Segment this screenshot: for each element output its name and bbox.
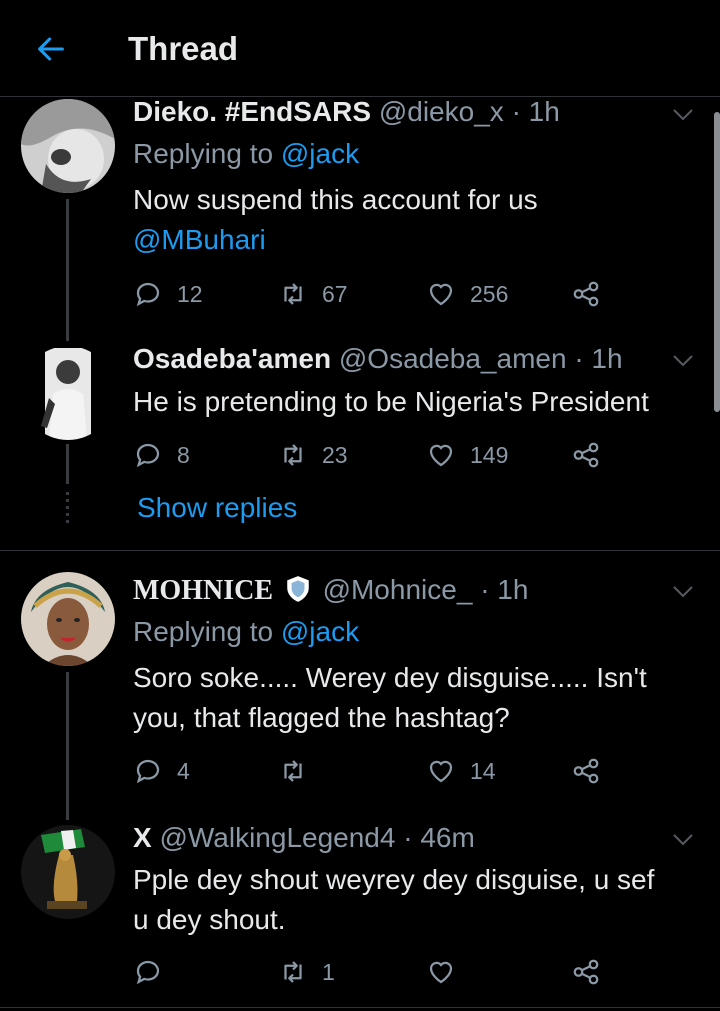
share-icon [573,959,599,985]
divider [0,550,720,551]
tweet-actions: 4 14 [133,753,613,789]
reply-button[interactable] [133,954,177,990]
display-name[interactable]: Osadeba'amen [133,343,331,374]
thread-dots [66,492,69,524]
tweet-text: Pple dey shout weyrey dey disguise, u se… [133,864,655,935]
tweet-actions: 8 23 149 [133,437,613,473]
timestamp: · 1h [511,96,560,127]
mention-link[interactable]: @MBuhari [133,220,703,260]
retweet-button[interactable]: 1 [278,954,335,990]
chevron-down-icon[interactable] [672,833,694,847]
thread-line [66,672,69,820]
tweet-header: MOHNICE @Mohnice_ · 1h [133,574,528,607]
reply-count: 8 [177,441,190,468]
tweet-actions: 12 67 256 [133,276,613,312]
scrollbar[interactable] [714,112,720,412]
avatar[interactable] [21,99,115,193]
retweet-button[interactable]: 23 [278,437,348,473]
share-button[interactable] [571,753,601,789]
reply-count: 4 [177,757,190,784]
retweet-button[interactable]: 67 [278,276,348,312]
mention-link[interactable]: @jack [281,616,359,647]
replying-to: Replying to @jack [133,138,360,169]
shield-icon [287,576,309,602]
share-button[interactable] [571,437,601,473]
retweet-icon [284,283,302,305]
mention-link[interactable]: @jack [281,138,359,169]
avatar[interactable] [21,572,115,666]
heart-icon [429,283,453,306]
top-bar: Thread [0,0,720,97]
like-count: 256 [470,280,509,307]
page-title: Thread [128,30,239,67]
like-button[interactable]: 149 [426,437,508,473]
share-icon [573,758,599,784]
tweet-header: Osadeba'amen @Osadeba_amen · 1h [133,343,623,375]
chevron-down-icon[interactable] [672,354,694,368]
heart-icon [429,444,453,467]
handle[interactable]: @dieko_x [379,96,504,127]
like-button[interactable]: 256 [426,276,508,312]
retweet-count: 1 [322,958,335,985]
tweet-actions: 1 [133,954,613,990]
tweet-text: Now suspend this account for us @MBuhari [133,180,703,260]
replying-to: Replying to @jack [133,616,360,647]
share-icon [573,442,599,468]
like-button[interactable] [426,954,470,990]
reply-count: 12 [177,280,203,307]
thread-line [66,199,69,341]
display-name[interactable]: MOHNICE [133,575,273,606]
tweet-header: X @WalkingLegend4 · 46m [133,822,475,854]
chevron-down-icon[interactable] [672,585,694,599]
handle[interactable]: @Osadeba_amen [339,343,567,374]
timestamp: · 46m [403,822,475,853]
display-name[interactable]: X [133,822,152,853]
display-name[interactable]: Dieko. #EndSARS [133,96,371,127]
handle[interactable]: @WalkingLegend4 [159,822,395,853]
like-count: 14 [470,757,496,784]
retweet-count: 67 [322,280,348,307]
back-arrow-icon[interactable] [34,32,68,66]
share-button[interactable] [571,276,601,312]
timestamp: · 1h [480,574,529,605]
share-button[interactable] [571,954,601,990]
reply-icon [136,443,160,468]
tweet-header: Dieko. #EndSARS @dieko_x · 1h [133,96,560,128]
tweet-text: Soro soke..... Werey dey disguise..... I… [133,662,647,733]
retweet-button[interactable] [278,753,322,789]
avatar[interactable] [21,346,115,440]
thread-line [66,444,69,484]
avatar[interactable] [21,825,115,919]
reply-button[interactable]: 8 [133,437,190,473]
retweet-icon [284,444,302,466]
reply-button[interactable]: 12 [133,276,203,312]
show-replies-link[interactable]: Show replies [137,492,297,524]
reply-icon [136,960,160,985]
divider [0,1007,720,1008]
like-count: 149 [470,441,509,468]
like-button[interactable]: 14 [426,753,496,789]
tweet-text: He is pretending to be Nigeria's Preside… [133,386,649,417]
heart-icon [429,760,453,783]
reply-icon [136,282,160,307]
share-icon [573,281,599,307]
chevron-down-icon[interactable] [672,108,694,122]
heart-icon [429,961,453,984]
retweet-count: 23 [322,441,348,468]
reply-icon [136,759,160,784]
timestamp: · 1h [574,343,623,374]
retweet-icon [284,760,302,782]
handle[interactable]: @Mohnice_ [323,574,473,605]
reply-button[interactable]: 4 [133,753,190,789]
retweet-icon [284,961,302,983]
